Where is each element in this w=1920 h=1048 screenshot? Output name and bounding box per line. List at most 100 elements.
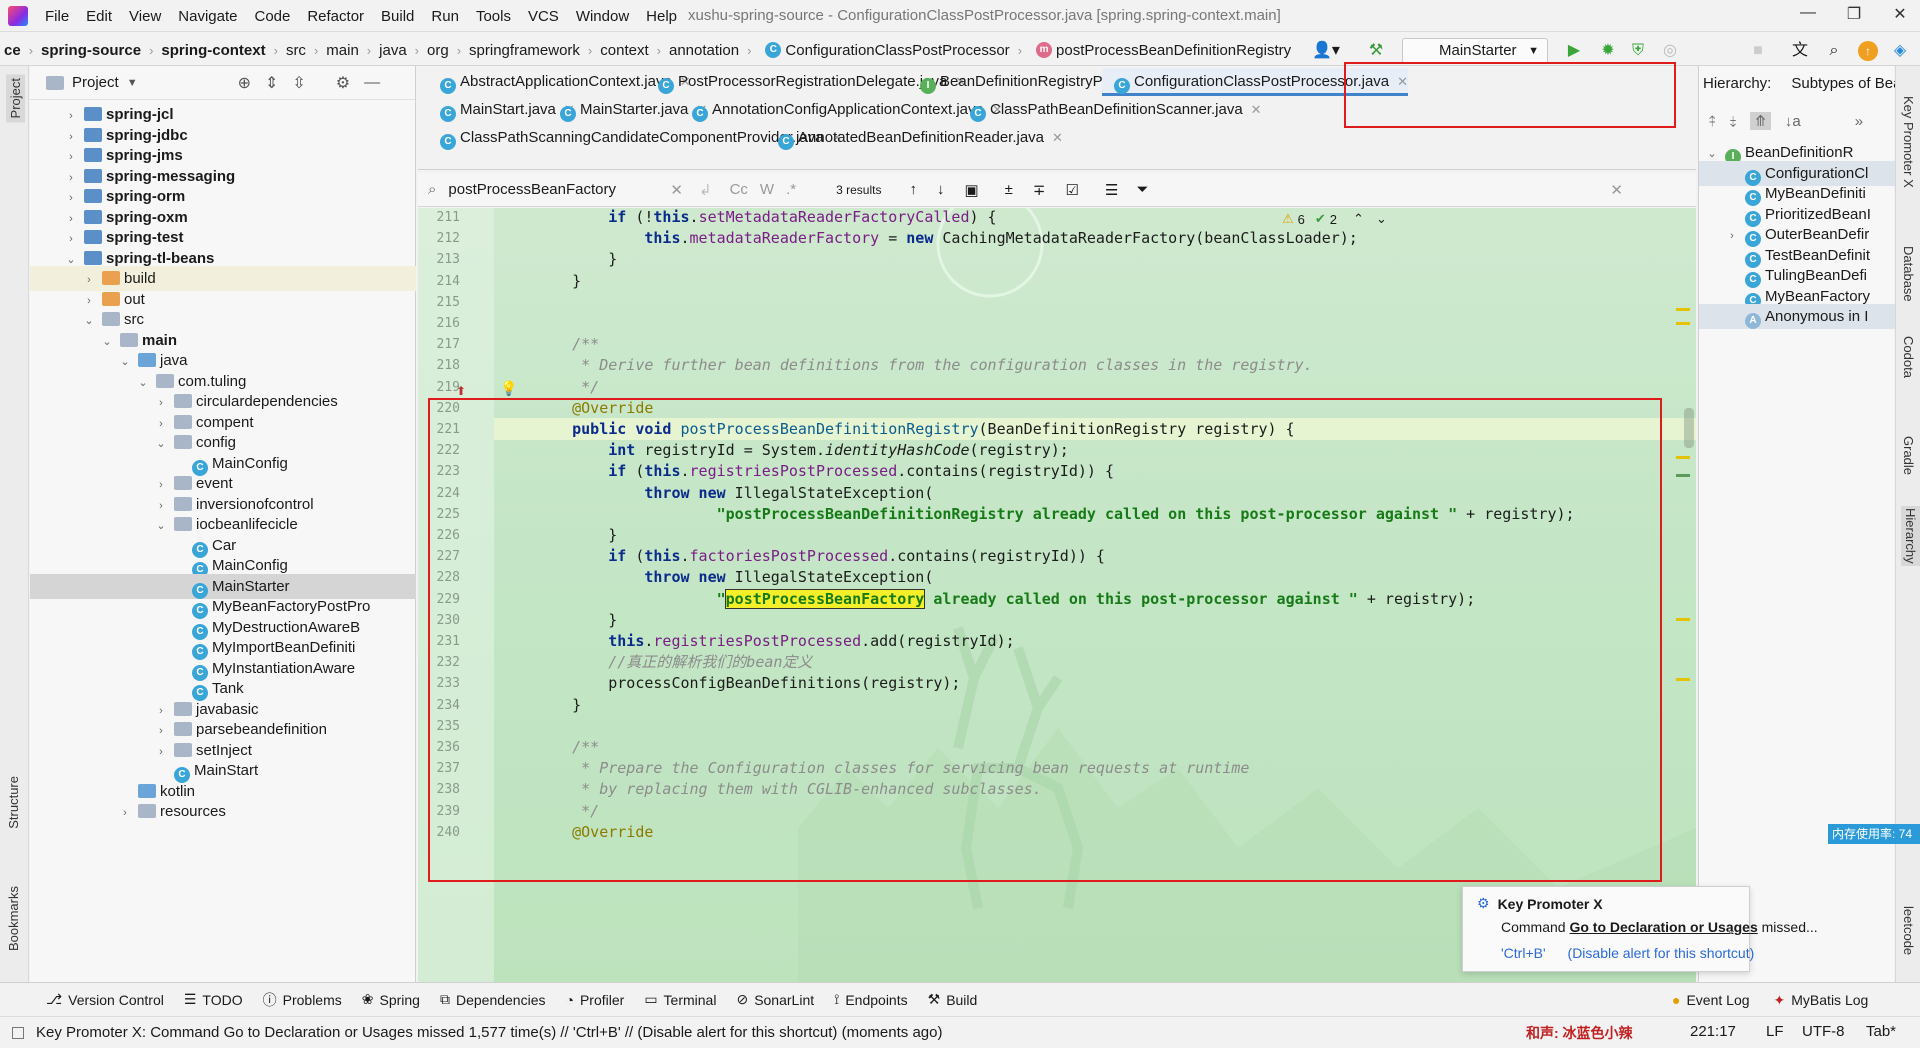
menu-refactor[interactable]: Refactor: [306, 8, 365, 25]
regex-toggle[interactable]: .*: [786, 181, 796, 198]
menu-navigate[interactable]: Navigate: [177, 8, 238, 25]
tree-item[interactable]: › resources: [30, 799, 416, 824]
hierarchy-item[interactable]: A Anonymous in I: [1699, 304, 1895, 329]
run-icon[interactable]: ▶: [1564, 41, 1584, 61]
breadcrumb-item[interactable]: org: [427, 42, 449, 59]
settings-gear-icon[interactable]: ⚙: [336, 73, 350, 93]
sort-alpha-icon[interactable]: ↓a: [1785, 113, 1801, 130]
next-occurrence-icon[interactable]: ↓: [937, 181, 945, 198]
supertypes-icon[interactable]: ⤉: [1709, 113, 1716, 130]
coverage-icon[interactable]: ⛨: [1628, 41, 1648, 61]
tool-tab-build[interactable]: ⚒ Build: [928, 991, 978, 1008]
caret-position[interactable]: 221:17: [1690, 1023, 1736, 1040]
code-line[interactable]: */: [536, 376, 599, 398]
menu-build[interactable]: Build: [380, 8, 415, 25]
hierarchy-tool-tab[interactable]: Hierarchy: [1901, 506, 1920, 566]
close-tab-icon[interactable]: ✕: [1251, 102, 1262, 117]
hierarchy-mode-tab[interactable]: Subtypes of Bea: [1791, 75, 1901, 92]
event-log-tab[interactable]: ● Event Log: [1672, 992, 1750, 1008]
tool-tab-todo[interactable]: ☰ TODO: [184, 991, 243, 1008]
add-occurrence-icon[interactable]: ±: [1005, 181, 1013, 198]
menu-edit[interactable]: Edit: [85, 8, 113, 25]
replace-toggle-icon[interactable]: ↲: [699, 181, 712, 199]
translate-icon[interactable]: 文: [1790, 41, 1810, 61]
expand-notification-icon[interactable]: ⌄: [1725, 921, 1737, 938]
menu-view[interactable]: View: [128, 8, 162, 25]
search-icon[interactable]: ⌕: [1824, 41, 1844, 61]
menu-window[interactable]: Window: [575, 8, 630, 25]
status-message[interactable]: Key Promoter X: Command Go to Declaratio…: [36, 1024, 942, 1041]
menu-run[interactable]: Run: [430, 8, 460, 25]
project-tool-tab[interactable]: Project: [6, 74, 25, 123]
breadcrumb-item[interactable]: ConfigurationClassPostProcessor: [785, 42, 1009, 59]
disable-alert-link[interactable]: (Disable alert for this shortcut): [1568, 945, 1755, 961]
breadcrumb-item[interactable]: spring-source: [41, 42, 141, 59]
breadcrumb-item[interactable]: main: [326, 42, 359, 59]
plugin-icon[interactable]: ◈: [1890, 41, 1910, 61]
tool-tab-terminal[interactable]: ▭ Terminal: [644, 991, 716, 1008]
class-hierarchy-icon[interactable]: ⤊: [1750, 112, 1771, 130]
bookmarks-tool-tab[interactable]: Bookmarks: [6, 886, 21, 951]
scrollbar-thumb[interactable]: [1684, 408, 1694, 448]
debug-icon[interactable]: ✹: [1598, 41, 1618, 61]
menu-tools[interactable]: Tools: [475, 8, 512, 25]
status-toggle-icon[interactable]: [12, 1026, 24, 1039]
remove-occurrence-icon[interactable]: ∓: [1033, 181, 1046, 199]
chevron-down-icon[interactable]: ▼: [127, 77, 138, 89]
chevron-right-icon[interactable]: ›: [118, 801, 132, 824]
project-view-select[interactable]: Project: [72, 74, 119, 91]
run-configuration-select[interactable]: MainStarter ▼: [1402, 38, 1548, 64]
update-icon[interactable]: ↑: [1858, 41, 1878, 61]
app-logo-icon[interactable]: [8, 6, 28, 26]
breadcrumb-item[interactable]: src: [286, 42, 306, 59]
breadcrumb-item[interactable]: springframework: [469, 42, 580, 59]
lightbulb-icon[interactable]: 💡: [500, 380, 517, 397]
indent-setting[interactable]: Tab*: [1866, 1023, 1896, 1040]
code-line[interactable]: * Derive further bean definitions from t…: [536, 354, 1313, 376]
menu-file[interactable]: File: [44, 8, 70, 25]
filter-settings-icon[interactable]: ☰: [1105, 181, 1118, 199]
editor-tab[interactable]: C AnnotationConfigApplicationContext.java…: [680, 96, 1003, 124]
tool-tab-profiler[interactable]: ◔ Profiler: [565, 992, 624, 1008]
editor-tab[interactable]: C AnnotatedBeanDefinitionReader.java ✕: [766, 124, 1063, 152]
whole-words-toggle[interactable]: W: [760, 181, 774, 198]
tool-tab-sonarlint[interactable]: ⊘ SonarLint: [736, 991, 814, 1008]
menu-code[interactable]: Code: [253, 8, 291, 25]
shortcut-link[interactable]: 'Ctrl+B': [1501, 945, 1546, 961]
database-tool-tab[interactable]: Database: [1901, 246, 1916, 302]
close-button[interactable]: ✕: [1888, 4, 1912, 28]
menu-vcs[interactable]: VCS: [527, 8, 560, 25]
menu-help[interactable]: Help: [645, 8, 678, 25]
tool-tab-spring[interactable]: ❀ Spring: [362, 991, 420, 1008]
minimize-button[interactable]: —: [1796, 4, 1820, 28]
collapse-all-icon[interactable]: ⇳: [292, 73, 305, 93]
profile-icon[interactable]: ◎: [1660, 41, 1680, 61]
breadcrumb-item[interactable]: postProcessBeanDefinitionRegistry: [1056, 42, 1291, 59]
key-promoter-tool-tab[interactable]: Key Promoter X: [1901, 96, 1916, 188]
file-encoding[interactable]: UTF-8: [1802, 1023, 1845, 1040]
line-separator[interactable]: LF: [1766, 1023, 1784, 1040]
inspection-widget[interactable]: ⚠ 6 ✔ 2 ⌃ ⌄: [1282, 208, 1387, 232]
code-line[interactable]: this.metadataReaderFactory = new Caching…: [536, 227, 1357, 249]
breadcrumb-item[interactable]: ce: [4, 42, 21, 59]
select-all-occurrences-icon[interactable]: ▣: [964, 181, 978, 199]
breadcrumb-item[interactable]: annotation: [669, 42, 739, 59]
find-input[interactable]: postProcessBeanFactory: [448, 181, 668, 198]
more-icon[interactable]: »: [1855, 113, 1863, 130]
leetcode-tool-tab[interactable]: leetcode: [1901, 906, 1916, 955]
restore-button[interactable]: ❐: [1842, 4, 1866, 28]
code-line[interactable]: }: [536, 270, 581, 292]
expand-all-icon[interactable]: ⇕: [265, 73, 278, 93]
editor-tab[interactable]: C ClassPathBeanDefinitionScanner.java ✕: [958, 96, 1262, 124]
mybatis-log-tab[interactable]: ✦ MyBatis Log: [1774, 992, 1869, 1009]
gradle-tool-tab[interactable]: Gradle: [1901, 436, 1916, 475]
code-line[interactable]: }: [536, 248, 617, 270]
tool-tab-problems[interactable]: ⓘ Problems: [263, 990, 342, 1010]
previous-occurrence-icon[interactable]: ↑: [909, 181, 917, 198]
override-gutter-icon[interactable]: ⬆: [456, 384, 466, 398]
tool-tab-version-control[interactable]: ⎇ Version Control: [46, 991, 164, 1008]
next-problem-icon[interactable]: ⌄: [1376, 211, 1387, 227]
structure-tool-tab[interactable]: Structure: [6, 776, 21, 829]
previous-problem-icon[interactable]: ⌃: [1353, 211, 1364, 227]
tool-tab-dependencies[interactable]: ⧉ Dependencies: [440, 991, 546, 1008]
